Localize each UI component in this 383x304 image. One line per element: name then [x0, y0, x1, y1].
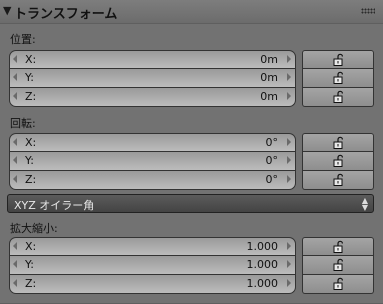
- unlocked-padlock-icon: [333, 154, 343, 167]
- decrement-arrow-icon[interactable]: [13, 156, 17, 164]
- unlocked-padlock-icon: [333, 240, 343, 253]
- unlocked-padlock-icon: [333, 136, 343, 149]
- decrement-arrow-icon[interactable]: [13, 260, 17, 268]
- scale-z-field[interactable]: Z: 1.000: [9, 275, 296, 294]
- field-value: 0°: [265, 173, 279, 186]
- field-value: 0m: [260, 53, 278, 66]
- increment-arrow-icon[interactable]: [287, 138, 291, 146]
- lock-location-x-button[interactable]: [302, 50, 374, 69]
- lock-scale-x-button[interactable]: [302, 237, 374, 256]
- drag-grip-icon[interactable]: [361, 8, 375, 14]
- lock-rotation-z-button[interactable]: [302, 171, 374, 190]
- scale-label: 拡大縮小:: [10, 222, 58, 235]
- decrement-arrow-icon[interactable]: [13, 242, 17, 250]
- rotation-mode-dropdown[interactable]: XYZ オイラー角 ▲ ▼: [7, 194, 374, 213]
- field-value: 0°: [265, 154, 279, 167]
- field-axis-label: X:: [25, 240, 37, 253]
- scale-x-field[interactable]: X: 1.000: [9, 237, 296, 256]
- field-axis-label: Z:: [25, 90, 37, 103]
- panel-header[interactable]: ▼ トランスフォーム: [0, 0, 383, 24]
- increment-arrow-icon[interactable]: [287, 242, 291, 250]
- triangle-down-icon[interactable]: ▼: [3, 4, 11, 17]
- increment-arrow-icon[interactable]: [287, 55, 291, 63]
- field-value: 0m: [260, 90, 278, 103]
- scale-y-field[interactable]: Y: 1.000: [9, 256, 296, 275]
- increment-arrow-icon[interactable]: [287, 73, 291, 81]
- unlocked-padlock-icon: [333, 53, 343, 66]
- field-axis-label: Y:: [25, 154, 34, 167]
- field-value: 1.000: [246, 258, 279, 271]
- increment-arrow-icon[interactable]: [287, 92, 291, 100]
- panel-title: トランスフォーム: [14, 7, 118, 22]
- field-axis-label: Z:: [25, 277, 37, 290]
- field-axis-label: X:: [25, 53, 37, 66]
- increment-arrow-icon[interactable]: [287, 156, 291, 164]
- field-value: 0m: [260, 71, 278, 84]
- location-y-field[interactable]: Y: 0m: [9, 69, 296, 88]
- rotation-y-field[interactable]: Y: 0°: [9, 152, 296, 171]
- decrement-arrow-icon[interactable]: [13, 175, 17, 183]
- decrement-arrow-icon[interactable]: [13, 138, 17, 146]
- field-axis-label: X:: [25, 136, 37, 149]
- unlocked-padlock-icon: [333, 71, 343, 84]
- increment-arrow-icon[interactable]: [287, 260, 291, 268]
- transform-panel: ▼ トランスフォーム 位置: X: 0m Y: 0m Z: 0m 回転: X: …: [0, 0, 383, 304]
- unlocked-padlock-icon: [333, 90, 343, 103]
- increment-arrow-icon[interactable]: [287, 279, 291, 287]
- rotation-z-field[interactable]: Z: 0°: [9, 171, 296, 190]
- rotation-label: 回転:: [10, 117, 36, 130]
- increment-arrow-icon[interactable]: [287, 175, 291, 183]
- decrement-arrow-icon[interactable]: [13, 55, 17, 63]
- lock-location-z-button[interactable]: [302, 88, 374, 107]
- field-axis-label: Z:: [25, 173, 37, 186]
- location-label: 位置:: [10, 33, 36, 46]
- unlocked-padlock-icon: [333, 277, 343, 290]
- location-z-field[interactable]: Z: 0m: [9, 88, 296, 107]
- unlocked-padlock-icon: [333, 173, 343, 186]
- lock-rotation-x-button[interactable]: [302, 133, 374, 152]
- up-down-arrows-icon: ▲ ▼: [361, 196, 368, 212]
- lock-rotation-y-button[interactable]: [302, 152, 374, 171]
- field-value: 1.000: [246, 277, 279, 290]
- lock-location-y-button[interactable]: [302, 69, 374, 88]
- rotation-x-field[interactable]: X: 0°: [9, 133, 296, 152]
- decrement-arrow-icon[interactable]: [13, 73, 17, 81]
- field-axis-label: Y:: [25, 258, 34, 271]
- unlocked-padlock-icon: [333, 258, 343, 271]
- decrement-arrow-icon[interactable]: [13, 279, 17, 287]
- decrement-arrow-icon[interactable]: [13, 92, 17, 100]
- location-x-field[interactable]: X: 0m: [9, 50, 296, 69]
- field-value: 0°: [265, 136, 279, 149]
- lock-scale-z-button[interactable]: [302, 275, 374, 294]
- field-axis-label: Y:: [25, 71, 34, 84]
- field-value: 1.000: [246, 240, 279, 253]
- rotation-mode-value: XYZ オイラー角: [14, 199, 95, 212]
- lock-scale-y-button[interactable]: [302, 256, 374, 275]
